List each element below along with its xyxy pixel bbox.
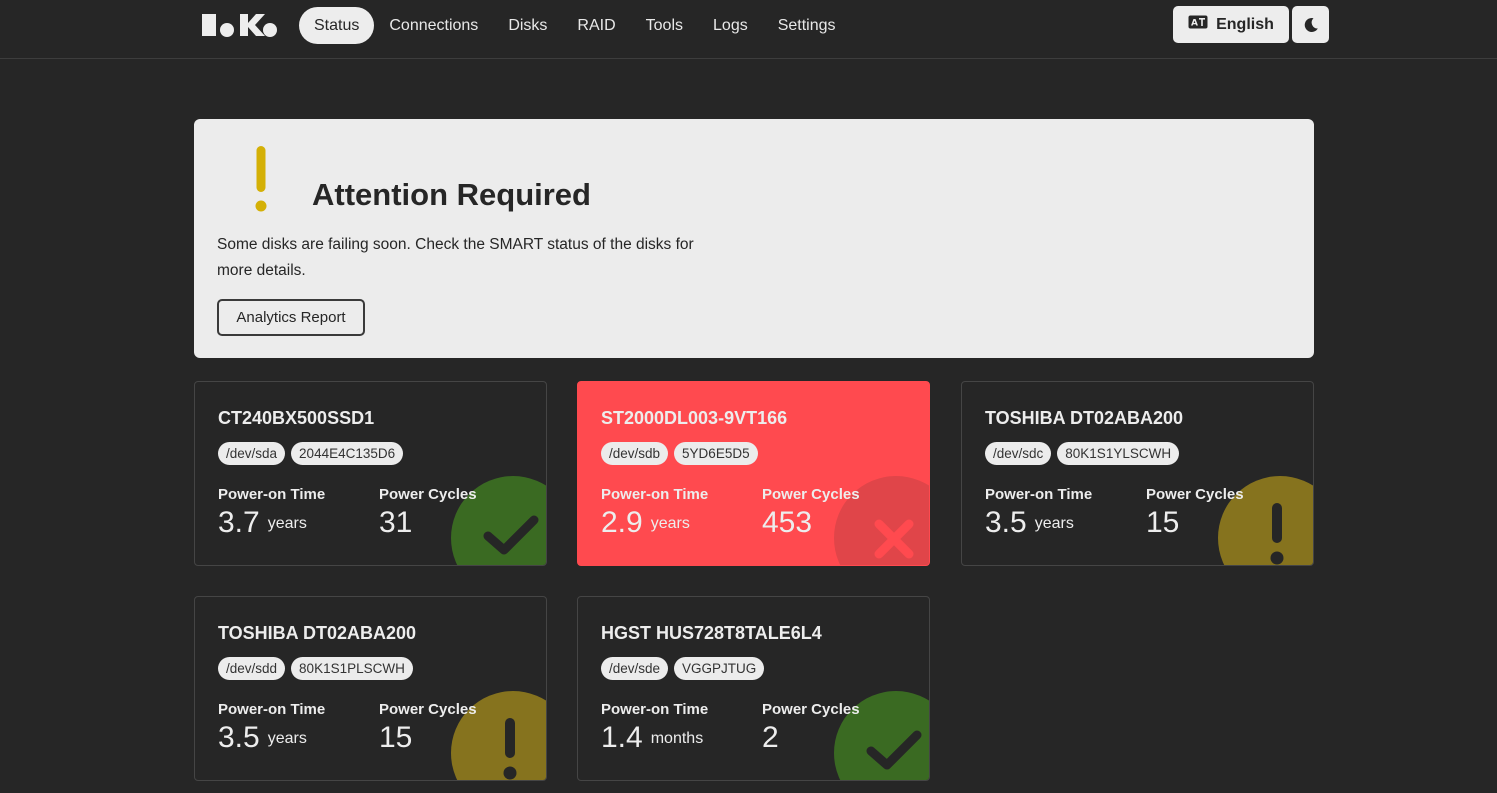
attention-alert: Attention Required Some disks are failin… [194, 119, 1314, 358]
power-cycles-label: Power Cycles [379, 486, 477, 503]
nav-connections[interactable]: Connections [374, 7, 493, 44]
disk-model: TOSHIBA DT02ABA200 [218, 623, 417, 643]
exclamation-icon [1270, 503, 1284, 565]
disk-model: TOSHIBA DT02ABA200 [985, 408, 1184, 428]
power-on-time-value: 2.9 years [601, 506, 690, 539]
power-cycles-value: 2 [762, 721, 779, 754]
power-on-time-value: 1.4 months [601, 721, 704, 754]
serial-badge: 5YD6E5D5 [674, 442, 758, 465]
power-on-time-value: 3.5 years [218, 721, 307, 754]
disk-card-sdd[interactable]: TOSHIBA DT02ABA200 /dev/sdd 80K1S1PLSCWH… [194, 596, 547, 781]
nav-settings[interactable]: Settings [763, 7, 851, 44]
power-on-time-label: Power-on Time [218, 486, 326, 503]
power-on-time-unit: years [1034, 515, 1074, 532]
alert-title: Attention Required [312, 177, 591, 212]
logo-mark-icon [202, 14, 277, 37]
power-cycles-label: Power Cycles [379, 701, 477, 718]
power-on-time-unit: years [267, 730, 307, 747]
theme-toggle-button[interactable] [1292, 6, 1329, 43]
power-on-time-value: 3.5 years [985, 506, 1074, 539]
nav-tools[interactable]: Tools [631, 7, 698, 44]
disk-model: HGST HUS728T8TALE6L4 [601, 623, 822, 643]
power-on-time-label: Power-on Time [218, 701, 326, 718]
analytics-report-button[interactable]: Analytics Report [217, 299, 365, 336]
check-icon [866, 730, 922, 770]
disk-model: ST2000DL003-9VT166 [601, 408, 788, 428]
power-on-time-unit: years [267, 515, 307, 532]
power-on-time-unit: months [650, 730, 704, 747]
top-nav-bar: Status Connections Disks RAID Tools Logs… [0, 0, 1497, 59]
disk-model: CT240BX500SSD1 [218, 408, 375, 428]
exclamation-icon [255, 146, 267, 212]
power-on-time-unit: years [650, 515, 690, 532]
device-path-badge: /dev/sdd [218, 657, 286, 680]
power-on-time-label: Power-on Time [601, 486, 709, 503]
serial-badge: 80K1S1PLSCWH [291, 657, 413, 680]
moon-icon [1304, 17, 1318, 32]
nav-logs[interactable]: Logs [698, 7, 763, 44]
translate-icon: A [1188, 15, 1208, 34]
language-button[interactable]: A English [1173, 6, 1289, 43]
main-nav: Status Connections Disks RAID Tools Logs… [299, 7, 851, 44]
serial-badge: 2044E4C135D6 [291, 442, 404, 465]
disk-card-sdb[interactable]: ST2000DL003-9VT166 /dev/sdb 5YD6E5D5 Pow… [577, 381, 930, 566]
disk-card-sda[interactable]: CT240BX500SSD1 /dev/sda 2044E4C135D6 Pow… [194, 381, 547, 566]
serial-badge: 80K1S1YLSCWH [1057, 442, 1180, 465]
device-path-badge: /dev/sdb [601, 442, 669, 465]
power-cycles-value: 15 [379, 721, 413, 754]
disk-card-sde[interactable]: HGST HUS728T8TALE6L4 /dev/sde VGGPJTUG P… [577, 596, 930, 781]
disk-card-sdc[interactable]: TOSHIBA DT02ABA200 /dev/sdc 80K1S1YLSCWH… [961, 381, 1314, 566]
language-label: English [1216, 15, 1274, 33]
power-on-time-label: Power-on Time [985, 486, 1093, 503]
x-icon [874, 519, 914, 559]
nav-disks[interactable]: Disks [493, 7, 562, 44]
power-cycles-value: 453 [762, 506, 813, 539]
alert-message: Some disks are failing soon. Check the S… [217, 236, 694, 279]
svg-text:A: A [1191, 19, 1198, 29]
exclamation-icon [503, 718, 517, 780]
power-cycles-value: 15 [1146, 506, 1180, 539]
device-path-badge: /dev/sdc [985, 442, 1052, 465]
power-on-time-label: Power-on Time [601, 701, 709, 718]
app-logo[interactable] [202, 13, 278, 37]
nav-raid[interactable]: RAID [562, 7, 630, 44]
device-path-badge: /dev/sde [601, 657, 669, 680]
check-icon [483, 515, 539, 555]
power-cycles-label: Power Cycles [762, 486, 860, 503]
nav-status[interactable]: Status [299, 7, 375, 44]
power-on-time-value: 3.7 years [218, 506, 307, 539]
device-path-badge: /dev/sda [218, 442, 286, 465]
power-cycles-value: 31 [379, 506, 413, 539]
serial-badge: VGGPJTUG [674, 657, 765, 680]
power-cycles-label: Power Cycles [1146, 486, 1244, 503]
power-cycles-label: Power Cycles [762, 701, 860, 718]
